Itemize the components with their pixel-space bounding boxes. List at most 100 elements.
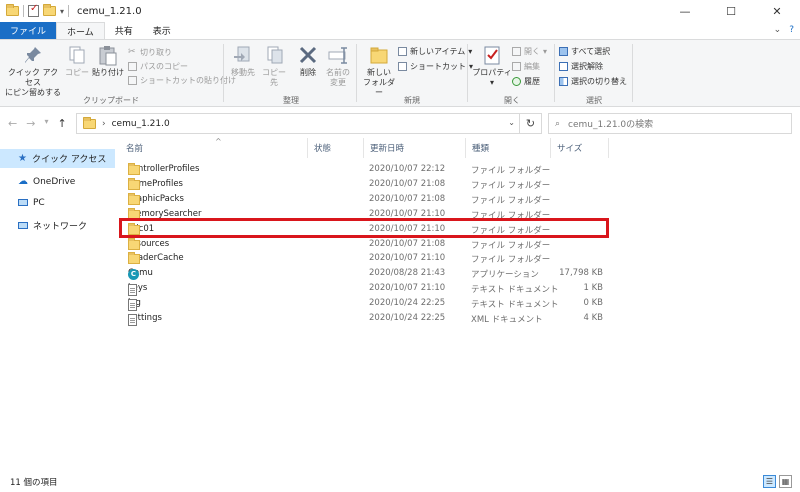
chevron-down-icon[interactable]: ▾	[60, 7, 64, 16]
copy-path-label: パスのコピー	[140, 62, 188, 71]
organize-group: 移動先 コピー先 削除 名前の 変更 整理	[226, 42, 356, 106]
folder-icon[interactable]	[6, 4, 19, 16]
maximize-button[interactable]: ☐	[708, 0, 754, 22]
nav-item-pc[interactable]: PC	[0, 193, 115, 212]
forward-icon[interactable]: →	[26, 117, 35, 130]
expand-ribbon-icon[interactable]: ⌄	[774, 25, 782, 35]
nav-label: クイック アクセス	[31, 155, 107, 165]
new-folder-label: 新しい フォルダー	[363, 68, 395, 97]
minimize-button[interactable]: —	[662, 0, 708, 22]
table-row[interactable]: C Cemu 2020/08/28 21:43 アプリケーション 17,798 KB	[120, 267, 610, 282]
invert-selection-button[interactable]: 選択の切り替え	[559, 76, 627, 87]
file-date: 2020/10/07 21:08	[369, 193, 446, 204]
open-group-label: 開く	[504, 96, 520, 105]
document-icon	[128, 299, 137, 312]
help-icon[interactable]: ?	[789, 25, 794, 35]
refresh-icon[interactable]: ↻	[519, 114, 541, 133]
move-to-label: 移動先	[231, 68, 255, 77]
paste-button[interactable]: 貼り付け	[92, 44, 124, 78]
move-to-button[interactable]: 移動先	[228, 44, 258, 78]
up-icon[interactable]: ↑	[57, 117, 66, 130]
paste-shortcut-button[interactable]: ショートカットの貼り付け	[128, 75, 236, 86]
tab-share[interactable]: 共有	[105, 22, 143, 39]
nav-label: PC	[33, 197, 45, 208]
table-row[interactable]: controllerProfiles 2020/10/07 22:12 ファイル フ…	[120, 163, 610, 178]
column-header-label: サイズ	[557, 144, 583, 154]
folder-icon	[128, 192, 140, 205]
chevron-down-icon[interactable]: ⌄	[508, 118, 515, 127]
paste-icon	[99, 46, 117, 66]
easy-access-button[interactable]: ショートカット ▾	[398, 61, 473, 72]
cut-button[interactable]: ✂ 切り取り	[128, 47, 172, 58]
details-view-icon[interactable]: ☰	[763, 475, 776, 488]
column-header-type[interactable]: 種類	[466, 138, 551, 158]
folder-icon	[128, 177, 140, 190]
column-header-label: 種類	[472, 144, 490, 154]
file-type: XML ドキュメント	[471, 315, 543, 325]
copy-button[interactable]: コピー	[64, 44, 90, 78]
recent-dropdown-icon[interactable]: ▾	[44, 117, 48, 130]
paste-shortcut-label: ショートカットの貼り付け	[140, 76, 236, 85]
new-folder-button[interactable]: 新しい フォルダー	[360, 44, 398, 98]
network-icon	[18, 222, 28, 229]
table-row[interactable]: shaderCache 2020/10/07 21:10 ファイル フォルダー	[120, 252, 610, 267]
column-header-size[interactable]: サイズ	[551, 138, 609, 158]
select-group: すべて選択 選択解除 選択の切り替え 選択	[556, 42, 632, 106]
copy-to-button[interactable]: コピー先	[259, 44, 289, 88]
properties-icon[interactable]	[28, 3, 39, 17]
table-row[interactable]: log 2020/10/24 22:25 テキスト ドキュメント 0 KB	[120, 297, 610, 312]
file-name-cell: graphicPacks	[128, 192, 184, 205]
history-button[interactable]: 履歴	[512, 76, 540, 87]
large-icons-view-icon[interactable]: ▦	[779, 475, 792, 488]
select-none-button[interactable]: 選択解除	[559, 61, 603, 72]
table-row[interactable]: gameProfiles 2020/10/07 21:08 ファイル フォルダー	[120, 177, 610, 193]
properties-button[interactable]: プロパティ ▾	[472, 44, 512, 88]
delete-button[interactable]: 削除	[296, 44, 320, 78]
table-row[interactable]: graphicPacks 2020/10/07 21:08 ファイル フォルダー	[120, 192, 610, 208]
table-row[interactable]: keys 2020/10/07 21:10 テキスト ドキュメント 1 KB	[120, 282, 610, 297]
column-header-status[interactable]: 状態	[308, 138, 364, 158]
folder-icon	[128, 252, 140, 265]
search-icon: ⌕	[555, 118, 561, 129]
column-header-name[interactable]: 名前	[120, 138, 308, 158]
cemu-app-icon: C	[128, 269, 139, 281]
delete-label: 削除	[300, 68, 316, 77]
file-type: ファイル フォルダー	[471, 166, 551, 176]
paste-label: 貼り付け	[92, 68, 124, 77]
properties-icon	[484, 46, 500, 65]
table-row[interactable]: settings 2020/10/24 22:25 XML ドキュメント 4 KB	[120, 312, 610, 327]
cloud-icon: ☁	[18, 176, 28, 187]
edit-button[interactable]: 編集	[512, 61, 540, 72]
document-icon	[128, 314, 137, 326]
open-button[interactable]: 開く ▾	[512, 46, 547, 57]
shortcut-label: ショートカット	[410, 62, 466, 71]
close-button[interactable]: ✕	[754, 0, 800, 22]
breadcrumb[interactable]: cemu_1.21.0	[112, 119, 170, 129]
file-name-cell: keys	[128, 283, 147, 297]
tab-file[interactable]: ファイル	[0, 22, 57, 39]
new-item-button[interactable]: 新しいアイテム ▾	[398, 46, 472, 57]
search-input[interactable]: ⌕ cemu_1.21.0の検索	[548, 113, 792, 134]
column-header-date[interactable]: 更新日時	[364, 138, 466, 158]
file-date: 2020/10/07 21:08	[369, 238, 446, 249]
nav-item-network[interactable]: ネットワーク	[0, 216, 115, 235]
select-all-button[interactable]: すべて選択	[559, 46, 610, 57]
ribbon: クイック アクセス にピン留めする コピー 貼り付け ✂ 切り取り パスのコピー…	[0, 39, 800, 107]
nav-item-quick-access[interactable]: ★ クイック アクセス	[0, 149, 115, 168]
copy-path-button[interactable]: パスのコピー	[128, 61, 188, 72]
rename-button[interactable]: 名前の 変更	[324, 44, 352, 88]
breadcrumb-separator-icon[interactable]: ›	[102, 119, 106, 129]
scissors-icon: ✂	[128, 47, 136, 57]
table-row[interactable]: resources 2020/10/07 21:08 ファイル フォルダー	[120, 237, 610, 253]
nav-label: OneDrive	[33, 176, 76, 187]
address-bar[interactable]: › cemu_1.21.0 ⌄ ↻	[76, 113, 542, 134]
window-controls: — ☐ ✕	[662, 0, 800, 22]
new-folder-icon[interactable]	[43, 4, 56, 16]
back-icon[interactable]: ←	[8, 117, 17, 130]
tab-view[interactable]: 表示	[143, 22, 181, 39]
tab-home[interactable]: ホーム	[56, 22, 105, 39]
pin-quick-access-button[interactable]: クイック アクセス にピン留めする	[4, 44, 62, 98]
cut-label: 切り取り	[140, 48, 172, 57]
file-date: 2020/10/24 22:25	[369, 313, 446, 323]
nav-item-onedrive[interactable]: ☁ OneDrive	[0, 172, 115, 191]
